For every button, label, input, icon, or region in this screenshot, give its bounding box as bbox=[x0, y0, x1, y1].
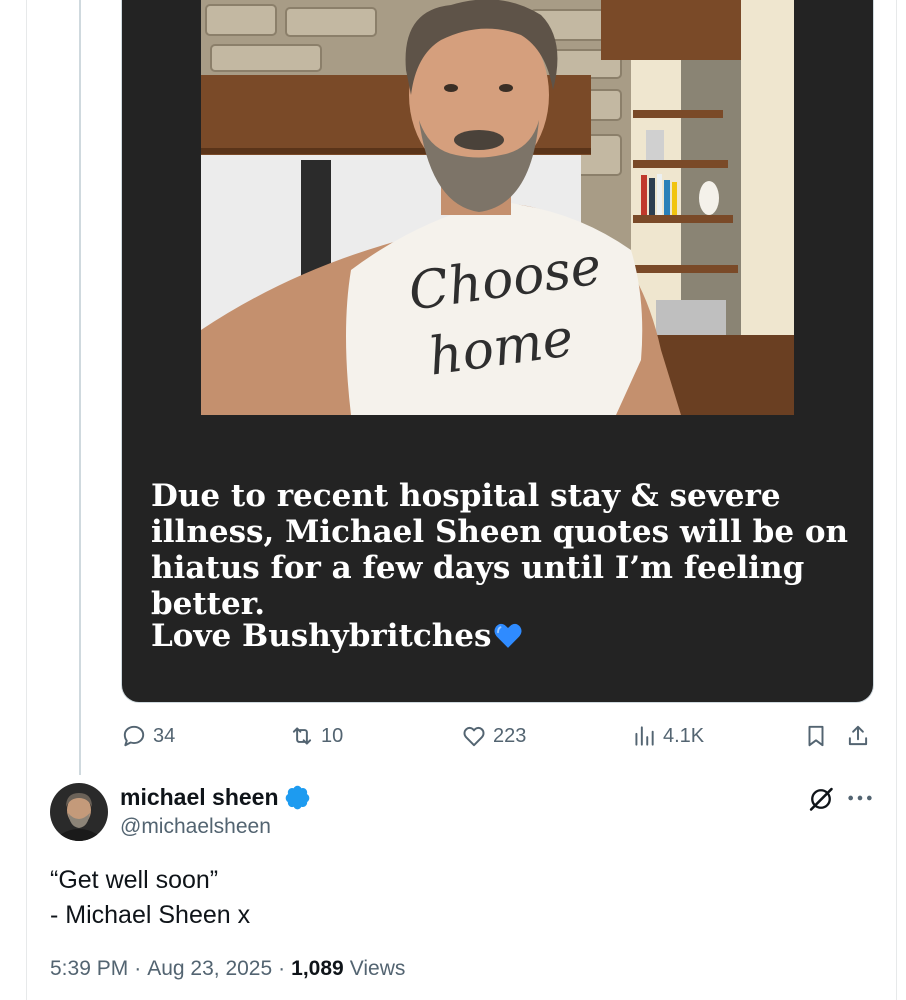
reply-text-line: - Michael Sheen x bbox=[50, 901, 251, 929]
share-button[interactable] bbox=[845, 718, 871, 754]
timeline-border-left bbox=[26, 0, 27, 1000]
views-count: 4.1K bbox=[663, 724, 705, 747]
separator-dot: · bbox=[278, 957, 286, 980]
post-time[interactable]: 5:39 PM bbox=[50, 957, 128, 981]
author-avatar[interactable] bbox=[50, 783, 108, 841]
blue-heart-icon bbox=[494, 623, 522, 648]
repost-icon bbox=[292, 727, 312, 745]
author-name: michael sheen bbox=[120, 784, 279, 810]
avatar-image bbox=[50, 783, 108, 841]
post-meta: 5:39 PM · Aug 23, 2025 · 1,089 Views bbox=[50, 957, 405, 981]
reply-button[interactable]: 34 bbox=[121, 718, 175, 754]
bookmark-button[interactable] bbox=[803, 718, 829, 754]
post-views-count: 1,089 bbox=[291, 957, 344, 980]
repost-count: 10 bbox=[321, 724, 344, 747]
timeline-border-right bbox=[896, 0, 897, 1000]
analytics-bars-icon bbox=[635, 726, 654, 746]
selfie-photo: Choose home bbox=[201, 0, 794, 415]
post-media-card[interactable]: Choose home Due to recent hospital stay … bbox=[121, 0, 874, 703]
author-handle[interactable]: @michaelsheen bbox=[120, 815, 271, 839]
like-button[interactable]: 223 bbox=[461, 718, 526, 754]
verified-badge-icon bbox=[285, 785, 309, 810]
heart-outline-icon bbox=[463, 726, 485, 747]
thread-connector-line bbox=[79, 0, 81, 775]
grok-icon[interactable] bbox=[807, 785, 835, 813]
post-views-label: Views bbox=[349, 957, 406, 980]
post-date[interactable]: Aug 23, 2025 bbox=[147, 957, 272, 981]
reply-count: 34 bbox=[153, 724, 176, 747]
post-action-bar: 34 10 223 4.1K bbox=[0, 718, 906, 754]
like-count: 223 bbox=[493, 724, 527, 747]
separator-dot: · bbox=[134, 957, 142, 980]
signoff-text: Love Bushybritches bbox=[151, 618, 492, 654]
views-button[interactable]: 4.1K bbox=[631, 718, 704, 754]
bookmark-icon bbox=[808, 725, 824, 747]
author-name-row[interactable]: michael sheen bbox=[120, 784, 311, 811]
reply-icon bbox=[123, 725, 145, 747]
image-caption-text: Due to recent hospital stay & severe ill… bbox=[151, 478, 849, 622]
repost-button[interactable]: 10 bbox=[289, 718, 343, 754]
reply-text: “Get well soon” - Michael Sheen x bbox=[50, 863, 250, 933]
reply-text-line: “Get well soon” bbox=[50, 866, 219, 894]
image-caption-signoff: Love Bushybritches bbox=[151, 618, 523, 654]
share-icon bbox=[848, 725, 868, 746]
more-options-icon[interactable] bbox=[846, 786, 874, 810]
